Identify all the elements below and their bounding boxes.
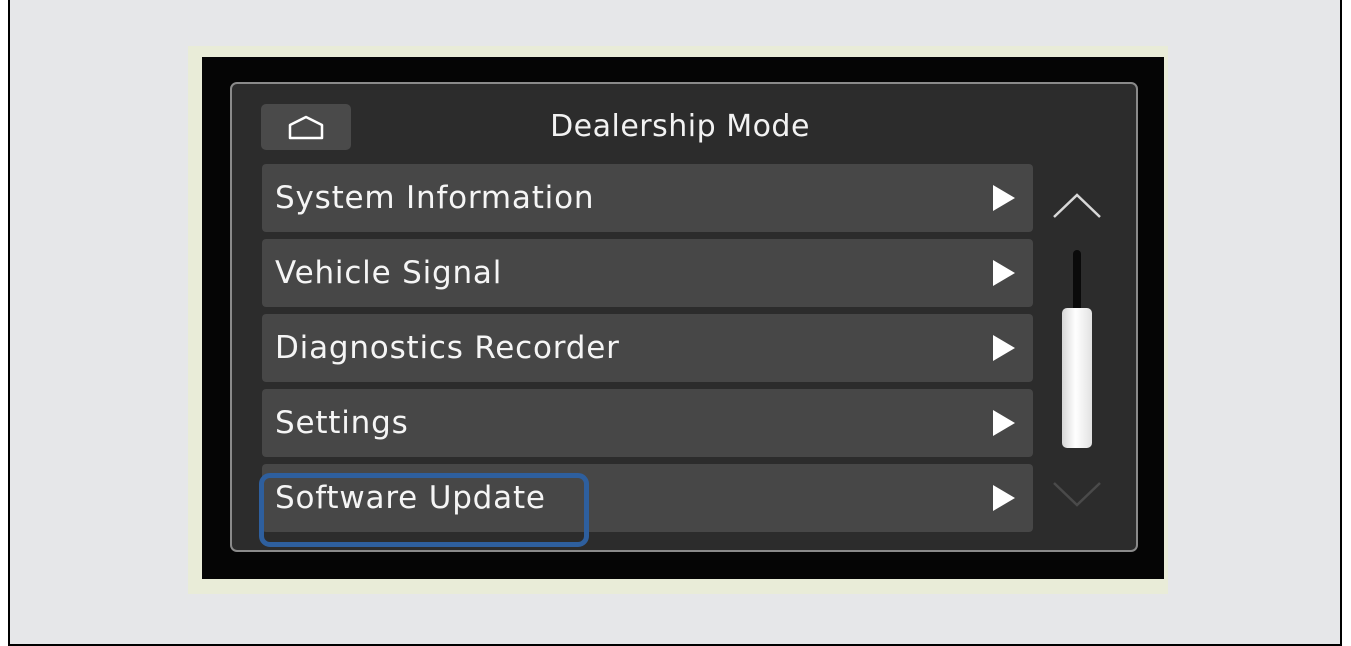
menu-item-label: Software Update (275, 480, 546, 516)
menu-item-settings[interactable]: Settings (262, 389, 1033, 457)
menu-item-label: Settings (275, 405, 409, 441)
home-button[interactable] (261, 104, 351, 150)
page-title: Dealership Mode (550, 109, 810, 144)
menu-item-diagnostics-recorder[interactable]: Diagnostics Recorder (262, 314, 1033, 382)
chevron-up-icon[interactable] (1052, 190, 1102, 220)
home-icon (288, 115, 324, 140)
menu-item-label: System Information (275, 180, 595, 216)
chevron-right-icon (993, 410, 1015, 436)
menu-item-label: Vehicle Signal (275, 255, 503, 291)
menu-item-system-information[interactable]: System Information (262, 164, 1033, 232)
menu-item-software-update[interactable]: Software Update (262, 464, 1033, 532)
chevron-right-icon (993, 260, 1015, 286)
menu-item-vehicle-signal[interactable]: Vehicle Signal (262, 239, 1033, 307)
chevron-right-icon (993, 335, 1015, 361)
scrollbar-thumb[interactable] (1062, 308, 1092, 448)
menu-item-label: Diagnostics Recorder (275, 330, 620, 366)
chevron-down-icon[interactable] (1052, 478, 1102, 508)
chevron-right-icon (993, 185, 1015, 211)
chevron-right-icon (993, 485, 1015, 511)
